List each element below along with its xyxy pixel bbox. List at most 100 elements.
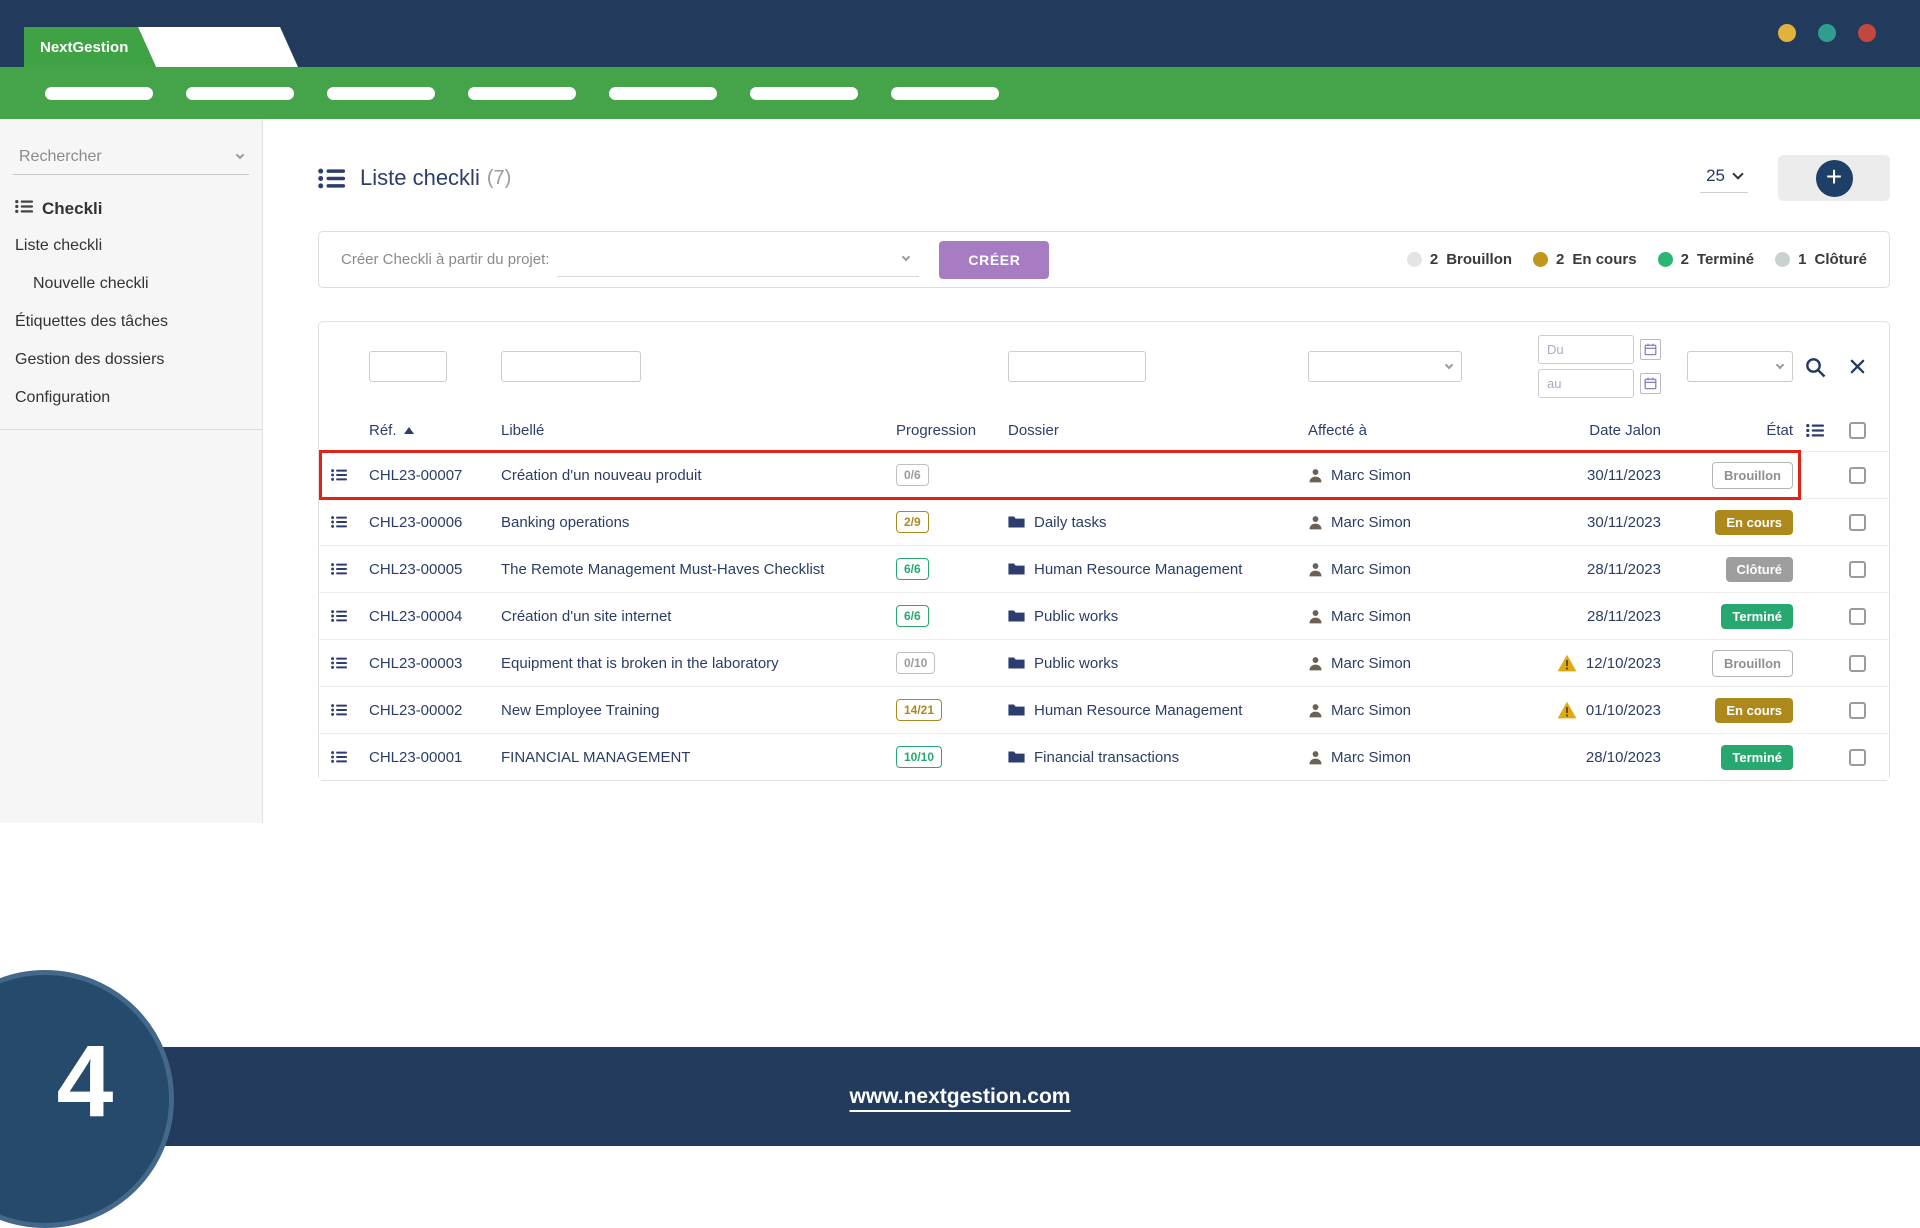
date-cell: 28/11/2023	[1503, 561, 1661, 578]
calendar-icon[interactable]	[1640, 339, 1661, 360]
table-row[interactable]: CHL23-00002 New Employee Training 14/21 …	[319, 686, 1889, 733]
table-row[interactable]: CHL23-00005 The Remote Management Must-H…	[319, 545, 1889, 592]
row-checkbox[interactable]	[1849, 655, 1866, 672]
libelle-cell[interactable]: Equipment that is broken in the laborato…	[501, 655, 896, 672]
header-progression[interactable]: Progression	[896, 422, 1008, 439]
sidebar-item-configuration[interactable]: Configuration	[0, 379, 262, 417]
sidebar-item-nouvelle-checkli[interactable]: Nouvelle checkli	[0, 265, 262, 303]
top-bar: NextGestion	[0, 0, 1920, 67]
dossier-cell[interactable]: Human Resource Management	[1008, 561, 1308, 578]
nav-pill-7[interactable]	[891, 87, 999, 100]
dossier-cell[interactable]: Human Resource Management	[1008, 702, 1308, 719]
table-row[interactable]: CHL23-00004 Création d'un site internet …	[319, 592, 1889, 639]
dossier-cell[interactable]: Daily tasks	[1008, 514, 1308, 531]
status-legend: 2 Brouillon 2 En cours 2 Terminé 1 Clôtu…	[1407, 251, 1867, 268]
ref-link[interactable]: CHL23-00006	[369, 514, 501, 531]
dossier-cell[interactable]: Public works	[1008, 655, 1308, 672]
ref-link[interactable]: CHL23-00001	[369, 749, 501, 766]
libelle-cell[interactable]: New Employee Training	[501, 702, 896, 719]
date-from-input[interactable]	[1538, 335, 1634, 364]
nav-pill-5[interactable]	[609, 87, 717, 100]
ref-link[interactable]: CHL23-00007	[369, 467, 501, 484]
close-icon[interactable]	[1849, 358, 1866, 375]
ref-link[interactable]: CHL23-00003	[369, 655, 501, 672]
header-etat[interactable]: État	[1661, 422, 1793, 439]
legend-en-cours: 2 En cours	[1533, 251, 1637, 268]
date-cell: 30/11/2023	[1503, 514, 1661, 531]
ref-link[interactable]: CHL23-00004	[369, 608, 501, 625]
ref-link[interactable]: CHL23-00005	[369, 561, 501, 578]
sidebar-item-liste-checkli[interactable]: Liste checkli	[0, 227, 262, 265]
nav-pill-4[interactable]	[468, 87, 576, 100]
warning-icon	[1557, 654, 1577, 672]
header-affecte[interactable]: Affecté à	[1308, 422, 1503, 439]
progression-badge: 0/10	[896, 652, 935, 674]
sidebar-item-etiquettes[interactable]: Étiquettes des tâches	[0, 303, 262, 341]
table-row[interactable]: CHL23-00007 Création d'un nouveau produi…	[319, 451, 1889, 498]
search-icon[interactable]	[1804, 356, 1826, 378]
libelle-cell[interactable]: FINANCIAL MANAGEMENT	[501, 749, 896, 766]
blank-tab[interactable]	[138, 27, 298, 67]
row-checkbox[interactable]	[1849, 467, 1866, 484]
status-badge: Terminé	[1721, 745, 1793, 770]
header-date[interactable]: Date Jalon	[1503, 422, 1661, 439]
libelle-cell[interactable]: Création d'un nouveau produit	[501, 467, 896, 484]
libelle-cell[interactable]: The Remote Management Must-Haves Checkli…	[501, 561, 896, 578]
nav-pill-1[interactable]	[45, 87, 153, 100]
row-checkbox[interactable]	[1849, 561, 1866, 578]
checklist-icon	[331, 562, 369, 576]
row-checkbox[interactable]	[1849, 702, 1866, 719]
dossier-cell[interactable]: Public works	[1008, 608, 1308, 625]
page-size-select[interactable]: 25	[1700, 163, 1748, 193]
etat-filter-select[interactable]	[1687, 351, 1793, 382]
ref-link[interactable]: CHL23-00002	[369, 702, 501, 719]
row-checkbox[interactable]	[1849, 514, 1866, 531]
maximize-dot-icon[interactable]	[1818, 24, 1836, 42]
person-icon	[1308, 562, 1323, 577]
nav-pill-6[interactable]	[750, 87, 858, 100]
date-value: 30/11/2023	[1587, 467, 1661, 484]
creer-button[interactable]: CRÉER	[939, 241, 1049, 279]
close-dot-icon[interactable]	[1858, 24, 1876, 42]
footer-url[interactable]: www.nextgestion.com	[850, 1085, 1071, 1109]
project-select[interactable]	[557, 243, 919, 277]
checklist-icon	[318, 167, 345, 190]
table-row[interactable]: CHL23-00006 Banking operations 2/9 Daily…	[319, 498, 1889, 545]
row-checkbox[interactable]	[1849, 749, 1866, 766]
libelle-cell[interactable]: Banking operations	[501, 514, 896, 531]
table-row[interactable]: CHL23-00003 Equipment that is broken in …	[319, 639, 1889, 686]
row-checkbox[interactable]	[1849, 608, 1866, 625]
warning-icon	[1557, 701, 1577, 719]
chevron-down-icon	[1732, 168, 1743, 179]
header-ref[interactable]: Réf.	[369, 422, 501, 439]
sidebar-search-select[interactable]: Rechercher	[13, 139, 249, 175]
nav-pill-3[interactable]	[327, 87, 435, 100]
sidebar-item-gestion-dossiers[interactable]: Gestion des dossiers	[0, 341, 262, 379]
nav-pill-2[interactable]	[186, 87, 294, 100]
date-value: 30/11/2023	[1587, 514, 1661, 531]
ref-filter-input[interactable]	[369, 351, 447, 382]
calendar-icon[interactable]	[1640, 373, 1661, 394]
dossier-filter-input[interactable]	[1008, 351, 1146, 382]
plus-icon: +	[1816, 160, 1853, 197]
status-badge: Brouillon	[1712, 650, 1793, 677]
minimize-dot-icon[interactable]	[1778, 24, 1796, 42]
brand-label: NextGestion	[40, 39, 128, 56]
chevron-down-icon	[236, 150, 244, 158]
add-checkli-button[interactable]: +	[1778, 155, 1890, 201]
legend-brouillon: 2 Brouillon	[1407, 251, 1512, 268]
header-dossier[interactable]: Dossier	[1008, 422, 1308, 439]
date-to-input[interactable]	[1538, 369, 1634, 398]
table-row[interactable]: CHL23-00001 FINANCIAL MANAGEMENT 10/10 F…	[319, 733, 1889, 780]
dossier-cell[interactable]: Financial transactions	[1008, 749, 1308, 766]
affecte-filter-select[interactable]	[1308, 351, 1462, 382]
brand-tab[interactable]: NextGestion	[24, 27, 156, 67]
columns-list-icon[interactable]	[1806, 423, 1824, 438]
select-all-checkbox[interactable]	[1849, 422, 1866, 439]
header-ref-label: Réf.	[369, 422, 397, 439]
dossier-label: Human Resource Management	[1034, 702, 1242, 719]
folder-icon	[1008, 656, 1025, 670]
libelle-filter-input[interactable]	[501, 351, 641, 382]
libelle-cell[interactable]: Création d'un site internet	[501, 608, 896, 625]
header-libelle[interactable]: Libellé	[501, 422, 896, 439]
